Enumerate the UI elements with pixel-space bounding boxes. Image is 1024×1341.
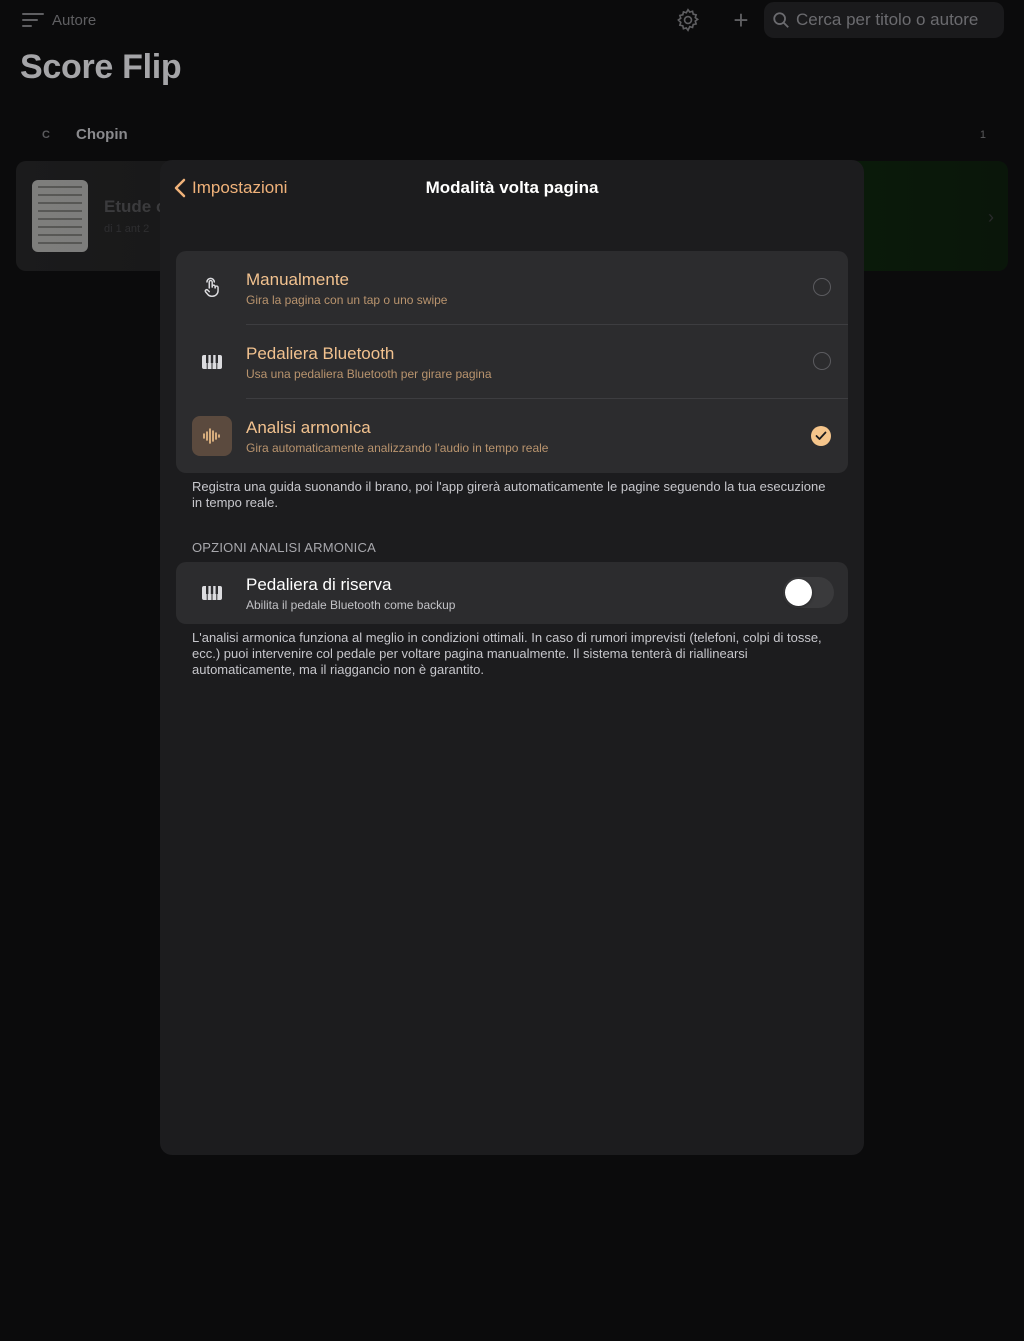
section-name: Chopin <box>76 126 128 143</box>
app-title: Score Flip <box>20 48 182 86</box>
backup-pedal-subtitle: Abilita il pedale Bluetooth come backup <box>246 598 456 612</box>
mode-title: Manualmente <box>246 270 350 289</box>
waveform-icon <box>192 416 232 456</box>
mode-options-group: Manualmente Gira la pagina con un tap o … <box>176 251 848 473</box>
settings-button[interactable] <box>675 7 701 33</box>
score-title: Etude c <box>104 197 166 216</box>
modes-footnote: Registra una guida suonando il brano, po… <box>192 479 826 510</box>
backup-pedal-title: Pedaliera di riserva <box>246 575 392 594</box>
mode-option-harmonic-analysis[interactable]: Analisi armonica Gira automaticamente an… <box>176 399 848 473</box>
backup-pedal-toggle[interactable] <box>783 577 834 608</box>
search-input[interactable] <box>796 10 996 30</box>
checkmark-icon[interactable] <box>811 426 831 446</box>
back-label: Impostazioni <box>192 178 288 197</box>
chevron-left-icon <box>174 178 186 198</box>
score-thumbnail <box>32 180 88 252</box>
add-score-button[interactable]: + <box>731 7 751 33</box>
mode-title: Analisi armonica <box>246 418 371 437</box>
piano-keys-icon <box>192 342 232 382</box>
section-letter: C <box>42 129 50 141</box>
search-icon <box>773 12 789 28</box>
chevron-right-icon: › <box>988 207 994 227</box>
tap-gesture-icon <box>192 268 232 308</box>
mode-option-bluetooth-pedal[interactable]: Pedaliera Bluetooth Usa una pedaliera Bl… <box>176 325 848 399</box>
plus-icon: + <box>733 5 749 35</box>
radio-unselected[interactable] <box>813 352 831 370</box>
radio-unselected[interactable] <box>813 278 831 296</box>
back-button[interactable]: Impostazioni <box>174 177 287 199</box>
sort-label: Autore <box>52 11 97 29</box>
mode-subtitle: Gira la pagina con un tap o uno swipe <box>246 293 448 307</box>
options-section-header: OPZIONI ANALISI ARMONICA <box>192 540 376 555</box>
page-turn-mode-sheet: Impostazioni Modalità volta pagina Manua… <box>160 160 864 1155</box>
mode-subtitle: Gira automaticamente analizzando l'audio… <box>246 441 549 455</box>
options-footnote: L'analisi armonica funziona al meglio in… <box>192 630 822 677</box>
gear-icon <box>677 8 700 32</box>
section-count: 1 <box>979 129 986 141</box>
sort-button[interactable]: Autore <box>22 10 96 30</box>
harmonic-options-group: Pedaliera di riserva Abilita il pedale B… <box>176 562 848 624</box>
mode-title: Pedaliera Bluetooth <box>246 344 395 363</box>
score-subtitle: di 1 ant 2 <box>104 223 150 235</box>
piano-keys-icon <box>192 573 232 613</box>
sort-lines-icon <box>22 13 44 27</box>
mode-option-manual[interactable]: Manualmente Gira la pagina con un tap o … <box>176 251 848 325</box>
mode-subtitle: Usa una pedaliera Bluetooth per girare p… <box>246 367 492 381</box>
section-header-row: C Chopin 1 <box>20 120 990 148</box>
toggle-knob <box>785 579 812 606</box>
toolbar: Autore + <box>0 0 1024 40</box>
search-field[interactable] <box>764 2 1004 38</box>
